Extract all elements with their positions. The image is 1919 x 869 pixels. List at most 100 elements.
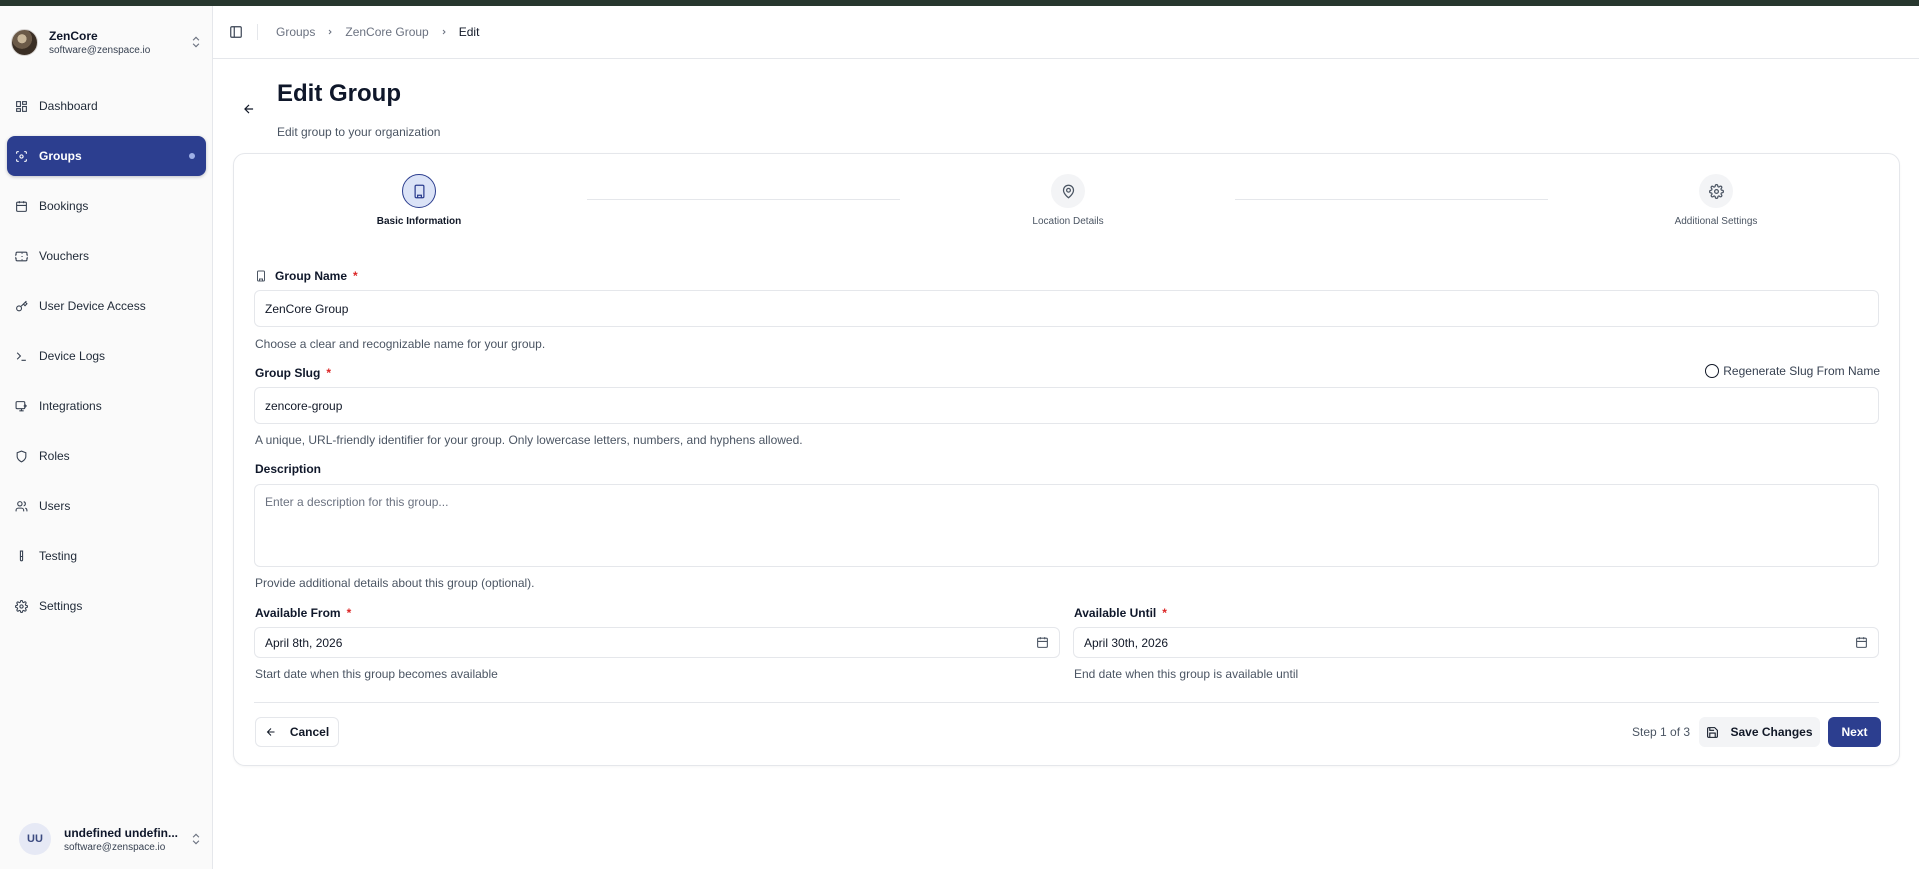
group-name-input[interactable] [254,290,1879,327]
step-label: Additional Settings [1674,216,1758,227]
ticket-icon [15,251,28,261]
breadcrumb-current: Edit [458,25,480,39]
save-changes-button[interactable]: Save Changes [1699,717,1820,747]
arrow-left-icon [266,728,275,736]
sidebar-item-label: Integrations [39,399,102,413]
description-help: Provide additional details about this gr… [255,576,535,590]
group-name-help: Choose a clear and recognizable name for… [255,337,546,351]
available-from-label: Available From * [255,606,352,620]
chevron-right-icon [329,29,333,35]
sidebar-item-label: Vouchers [39,249,90,263]
group-slug-help: A unique, URL-friendly identifier for yo… [255,433,803,447]
next-button[interactable]: Next [1828,717,1881,747]
sidebar-item-users[interactable]: Users [7,486,206,526]
step-label: Location Details [1032,216,1104,227]
sidebar-item-integrations[interactable]: Integrations [7,386,206,426]
available-from-value: April 8th, 2026 [265,635,343,650]
map-pin-icon [1062,184,1074,199]
step-connector [587,199,900,200]
chevrons-up-down-icon [192,36,200,48]
group-slug-input[interactable] [254,387,1879,424]
regenerate-slug-label: Regenerate Slug From Name [1723,364,1880,378]
back-arrow-icon[interactable] [242,102,256,116]
shield-icon [16,450,27,463]
available-until-date-picker[interactable]: April 30th, 2026 [1073,627,1879,658]
form-divider [254,702,1879,703]
required-asterisk: * [346,606,352,620]
step-basic-information[interactable]: Basic Information [339,174,499,227]
sidebar-item-groups[interactable]: Groups [7,136,206,176]
breadcrumb-groups[interactable]: Groups [276,25,315,39]
terminal-icon [16,351,26,361]
checkbox[interactable] [1705,364,1720,378]
active-indicator-dot [189,153,195,159]
group-slug-label: Group Slug * [255,366,331,380]
available-until-value: April 30th, 2026 [1084,635,1169,650]
step-connector [1235,199,1548,200]
available-until-help: End date when this group is available un… [1074,667,1299,681]
groups-icon [16,150,27,162]
user-menu[interactable]: UU undefined undefin... software@zenspac… [11,820,203,858]
step-counter: Step 1 of 3 [1632,725,1691,739]
header: Groups ZenCore Group Edit [213,6,1919,59]
user-email: software@zenspace.io [64,841,166,853]
sidebar-item-roles[interactable]: Roles [7,436,206,476]
sidebar-item-settings[interactable]: Settings [7,586,206,626]
save-icon [1707,726,1719,738]
user-name: undefined undefin... [64,825,178,840]
description-label: Description [255,462,322,476]
cancel-button[interactable]: Cancel [255,717,339,747]
layout-dashboard-icon [16,100,27,112]
step-additional-settings[interactable]: Additional Settings [1636,174,1796,227]
calendar-icon [1037,637,1048,648]
calendar-icon [1856,637,1867,648]
description-textarea[interactable] [254,484,1879,567]
org-email: software@zenspace.io [49,44,151,56]
org-avatar [11,28,38,56]
gear-icon [1708,183,1724,199]
sidebar-item-label: Bookings [39,199,89,213]
page-title: Edit Group [277,80,401,107]
breadcrumb-group[interactable]: ZenCore Group [345,25,428,39]
edit-group-card: Basic Information Location Details Addit… [233,153,1900,766]
sidebar-item-label: User Device Access [39,299,146,313]
page-subtitle: Edit group to your organization [277,125,441,139]
sidebar-toggle-icon[interactable] [229,25,243,39]
available-from-date-picker[interactable]: April 8th, 2026 [254,627,1060,658]
step-label: Basic Information [376,216,462,227]
gear-icon [15,599,28,613]
sidebar-item-label: Testing [39,549,78,563]
available-until-label: Available Until * [1074,606,1167,620]
sidebar-item-dashboard[interactable]: Dashboard [7,86,206,126]
sidebar-item-label: Settings [39,599,83,613]
sidebar-item-bookings[interactable]: Bookings [7,186,206,226]
available-from-help: Start date when this group becomes avail… [255,667,498,681]
key-icon [16,300,28,311]
org-switcher[interactable]: ZenCore software@zenspace.io [11,20,203,64]
sidebar-item-vouchers[interactable]: Vouchers [7,236,206,276]
step-location-details[interactable]: Location Details [988,174,1148,227]
integrations-icon [15,400,27,411]
sidebar-item-testing[interactable]: Testing [7,536,206,576]
sidebar-item-device-logs[interactable]: Device Logs [7,336,206,376]
sidebar-item-label: Dashboard [39,99,98,113]
sidebar-item-label: Users [39,499,71,513]
group-name-label: Group Name * [255,269,358,283]
chevrons-up-down-icon [192,833,200,845]
required-asterisk: * [326,366,331,380]
sidebar: ZenCore software@zenspace.io Dashboard G… [0,6,213,869]
building-icon [414,184,424,198]
test-tube-icon [19,550,24,561]
building-icon [257,270,265,282]
sidebar-item-user-device-access[interactable]: User Device Access [7,286,206,326]
breadcrumb: Groups ZenCore Group Edit [276,25,479,39]
org-name: ZenCore [49,28,98,43]
sidebar-item-label: Device Logs [39,349,106,363]
users-icon [15,500,28,511]
header-divider [257,24,258,40]
regenerate-slug-checkbox[interactable]: Regenerate Slug From Name [1705,364,1880,378]
sidebar-nav: Dashboard Groups Bookings Vouchers User … [7,86,206,636]
avatar: UU [19,823,51,855]
required-asterisk: * [353,269,358,283]
sidebar-item-label: Roles [39,449,70,463]
